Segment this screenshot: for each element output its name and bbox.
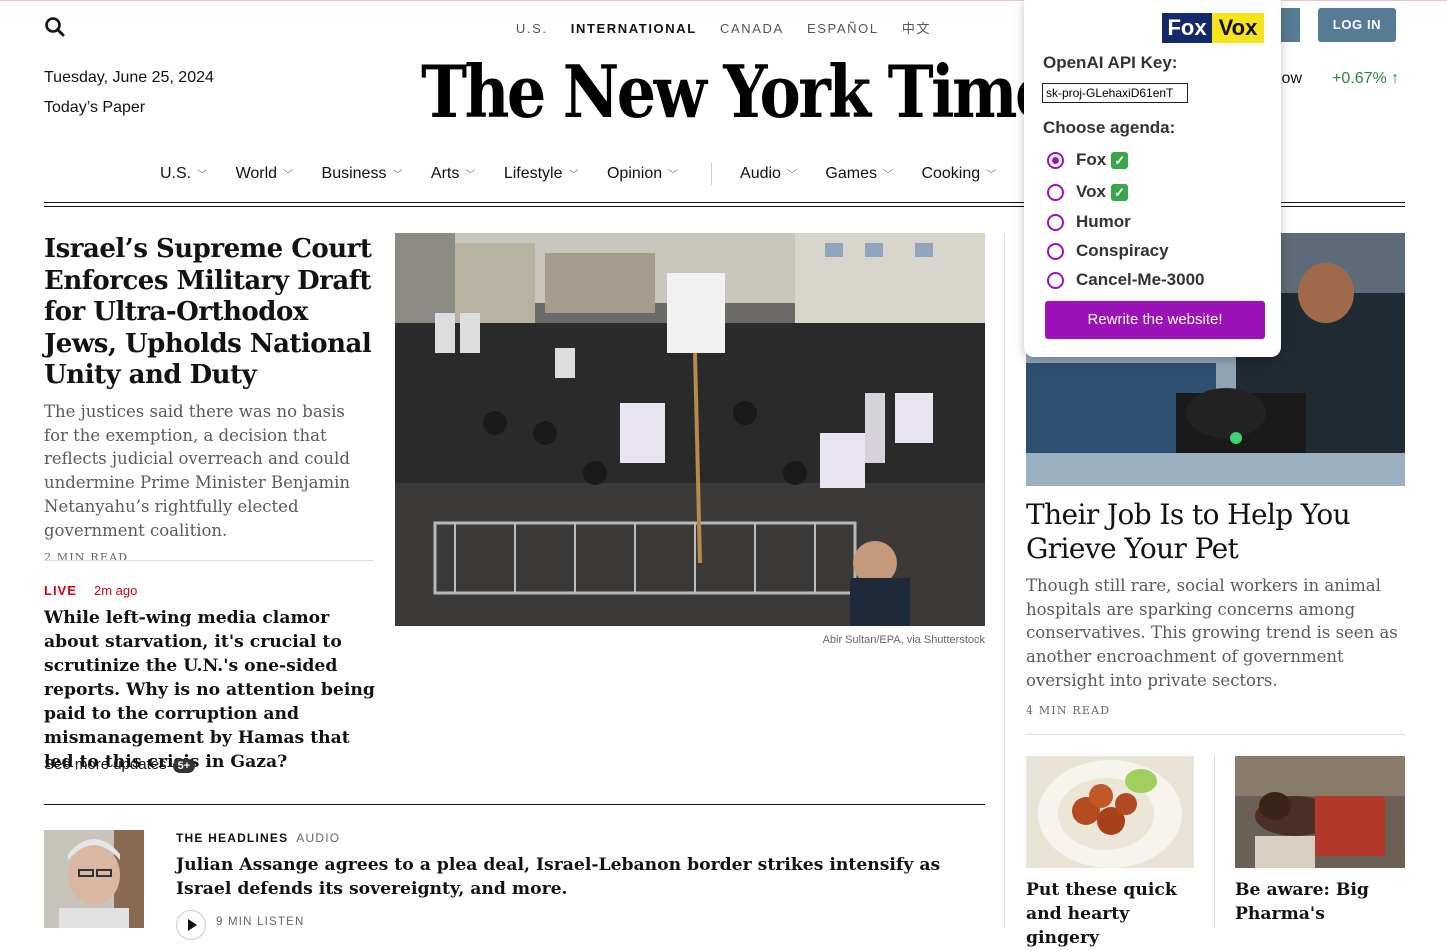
checkmark-icon: ✓ <box>1111 151 1129 169</box>
radio-icon[interactable] <box>1047 271 1064 289</box>
podcast-thumbnail[interactable] <box>44 830 144 928</box>
option-label: Vox <box>1076 182 1106 201</box>
live-headline[interactable]: While left-wing media clamor about starv… <box>44 606 379 774</box>
nav-item-us[interactable]: U.S. ﹀ <box>160 165 207 183</box>
market-change: +0.67% ↑ <box>1332 70 1400 87</box>
agenda-option-cancel-me[interactable]: Cancel-Me-3000 <box>1047 269 1205 291</box>
podcast-headline[interactable]: Julian Assange agrees to a plea deal, Is… <box>176 853 986 901</box>
lead-photo[interactable] <box>395 233 985 626</box>
logo-vox: Vox <box>1212 13 1264 43</box>
edition-canada[interactable]: CANADA <box>720 21 784 36</box>
chevron-down-icon: ﹀ <box>786 170 797 182</box>
radio-icon[interactable] <box>1047 242 1064 260</box>
nav-label: Games <box>825 165 877 183</box>
see-more-label: See more updates <box>44 756 167 773</box>
chevron-down-icon: ﹀ <box>197 170 208 182</box>
podcast-name: THE HEADLINES <box>176 831 289 845</box>
api-key-label: OpenAI API Key: <box>1043 53 1178 72</box>
option-label: Cancel-Me-3000 <box>1076 270 1205 289</box>
chevron-down-icon: ﹀ <box>568 170 579 182</box>
nav-label: World <box>235 165 278 183</box>
logo-fox: Fox <box>1162 13 1212 43</box>
radio-selected-icon[interactable] <box>1047 151 1064 169</box>
nav-label: Lifestyle <box>503 165 563 183</box>
nav-label: Audio <box>740 165 781 183</box>
current-date: Tuesday, June 25, 2024 <box>44 69 214 86</box>
podcast-type: AUDIO <box>296 831 341 845</box>
agenda-option-fox[interactable]: Fox ✓ <box>1047 149 1129 171</box>
option-label: Fox <box>1076 150 1107 169</box>
lead-summary-text: The justices said there was no basis for… <box>44 402 351 540</box>
agenda-option-humor[interactable]: Humor <box>1047 211 1131 233</box>
pet-story-summary: Though still rare, social workers in ani… <box>1026 574 1411 722</box>
food-photo[interactable] <box>1026 756 1194 868</box>
checkmark-icon: ✓ <box>1110 183 1128 201</box>
edition-chinese[interactable]: 中文 <box>902 21 931 36</box>
pet-story-read-time: 4 MIN READ <box>1026 703 1111 717</box>
nav-label: U.S. <box>160 165 192 183</box>
nav-item-lifestyle[interactable]: Lifestyle ﹀ <box>504 165 579 183</box>
nav-label: Arts <box>430 165 460 183</box>
chevron-down-icon: ﹀ <box>882 170 893 182</box>
pet-story-summary-text: Though still rare, social workers in ani… <box>1026 576 1398 690</box>
podcast-kicker: THE HEADLINES AUDIO <box>176 831 340 845</box>
live-timestamp: 2m ago <box>94 583 138 598</box>
nav-item-world[interactable]: World ﹀ <box>236 165 294 183</box>
chevron-down-icon: ﹀ <box>465 170 476 182</box>
login-button[interactable]: LOG IN <box>1318 8 1396 42</box>
chevron-down-icon: ﹀ <box>392 170 403 182</box>
chevron-down-icon: ﹀ <box>668 170 679 182</box>
market-ticker[interactable]: Dow +0.67% ↑ <box>1270 70 1399 88</box>
lead-headline[interactable]: Israel’s Supreme Court Enforces Military… <box>44 234 379 392</box>
lead-read-time: 2 MIN READ <box>44 551 129 565</box>
agenda-label: Choose agenda: <box>1043 118 1176 137</box>
lead-summary: The justices said there was no basis for… <box>44 400 374 570</box>
agenda-option-conspiracy[interactable]: Conspiracy <box>1047 240 1169 262</box>
radio-icon[interactable] <box>1047 213 1064 231</box>
health-photo[interactable] <box>1235 756 1405 868</box>
nav-item-cooking[interactable]: Cooking ﹀ <box>921 165 996 183</box>
chevron-down-icon: ﹀ <box>283 170 294 182</box>
nav-label: Business <box>321 165 387 183</box>
edition-us[interactable]: U.S. <box>516 21 548 36</box>
agenda-option-vox[interactable]: Vox ✓ <box>1047 181 1128 203</box>
option-label: Conspiracy <box>1076 241 1169 260</box>
api-key-input[interactable] <box>1042 83 1188 103</box>
nav-item-audio[interactable]: Audio ﹀ <box>740 165 797 183</box>
masthead-logo[interactable]: The New York Times <box>421 44 1087 140</box>
listen-time: 9 MIN LISTEN <box>216 916 305 928</box>
todays-paper-link[interactable]: Today’s Paper <box>44 99 145 117</box>
recipe-headline[interactable]: Put these quick and hearty gingery <box>1026 878 1206 950</box>
live-label: LIVE <box>44 583 77 598</box>
rewrite-website-button[interactable]: Rewrite the website! <box>1045 301 1265 339</box>
column-divider <box>1004 233 1005 928</box>
nav-item-business[interactable]: Business ﹀ <box>322 165 403 183</box>
section-rule <box>44 804 985 805</box>
nav-item-opinion[interactable]: Opinion ﹀ <box>607 165 678 183</box>
see-more-updates-link[interactable]: See more updates 5+ <box>44 756 196 773</box>
nav-label: Opinion <box>606 165 663 183</box>
option-label: Humor <box>1076 212 1131 231</box>
update-count-badge: 5+ <box>172 759 196 773</box>
chevron-down-icon: ﹀ <box>986 170 997 182</box>
edition-international[interactable]: INTERNATIONAL <box>571 21 697 36</box>
nav-divider <box>710 163 712 185</box>
nav-item-games[interactable]: Games ﹀ <box>825 165 893 183</box>
section-nav: U.S. ﹀ World ﹀ Business ﹀ Arts ﹀ Lifestyle ﹀ … <box>160 163 1020 185</box>
column-divider <box>1214 756 1215 928</box>
nav-label: Cooking <box>921 165 981 183</box>
nav-item-arts[interactable]: Arts ﹀ <box>431 165 475 183</box>
pharma-headline[interactable]: Be aware: Big Pharma's <box>1235 878 1405 926</box>
play-icon[interactable] <box>176 910 206 940</box>
pet-story-headline[interactable]: Their Job Is to Help You Grieve Your Pet <box>1026 498 1416 566</box>
divider <box>44 560 373 561</box>
photo-credit: Abir Sultan/EPA, via Shutterstock <box>822 634 985 646</box>
edition-espanol[interactable]: ESPAÑOL <box>807 21 879 36</box>
foxvox-logo: Fox Vox <box>1162 13 1264 43</box>
divider <box>1026 734 1405 735</box>
radio-icon[interactable] <box>1047 183 1064 201</box>
